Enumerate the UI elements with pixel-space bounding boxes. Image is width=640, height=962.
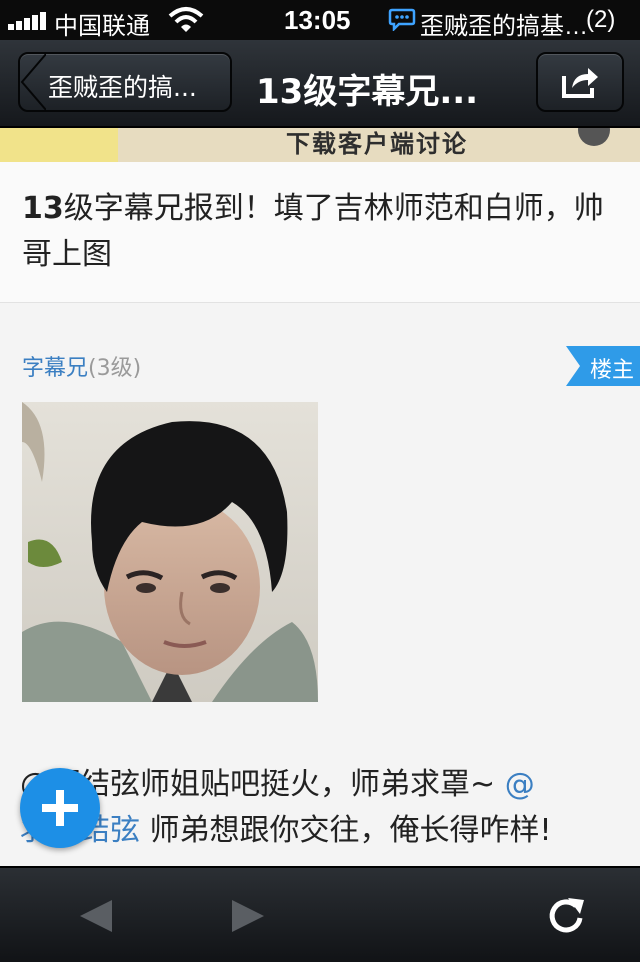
thread-title-card: 13级字幕兄报到！填了吉林师范和白师，帅哥上图 bbox=[0, 162, 640, 303]
banner-text: 下载客户端讨论 bbox=[286, 130, 468, 158]
back-button[interactable]: 歪贼歪的搞... bbox=[18, 52, 232, 112]
compose-button[interactable] bbox=[20, 768, 100, 848]
op-badge: 楼主 bbox=[566, 346, 640, 386]
signal-icon bbox=[8, 12, 48, 30]
forward-arrow-icon[interactable] bbox=[230, 898, 266, 934]
share-icon bbox=[562, 68, 598, 98]
plus-icon bbox=[42, 790, 78, 826]
author-level: (3级) bbox=[88, 356, 142, 381]
author-name[interactable]: 字幕兄 bbox=[22, 356, 88, 381]
op-badge-label: 楼主 bbox=[590, 358, 635, 383]
ad-banner[interactable]: 下载客户端讨论 bbox=[0, 128, 640, 162]
post-body-line2: 羽生结弦 师弟想跟你交往，俺长得咋样! bbox=[20, 808, 610, 854]
share-button[interactable] bbox=[536, 52, 624, 112]
post-author[interactable]: 字幕兄(3级) bbox=[22, 350, 141, 382]
post-body-line1: @而结弦师姐贴吧挺火，师弟求罩~ @ bbox=[20, 762, 610, 808]
back-arrow-icon[interactable] bbox=[78, 898, 114, 934]
portrait-image bbox=[22, 402, 318, 702]
clock: 13:05 bbox=[284, 5, 351, 35]
notification-count: (2) bbox=[586, 6, 616, 33]
wifi-icon bbox=[168, 7, 204, 32]
banner-close-icon[interactable] bbox=[578, 128, 610, 146]
post-photo[interactable] bbox=[22, 402, 318, 702]
notification-text: 歪贼歪的搞基… bbox=[420, 13, 588, 40]
carrier-name: 中国联通 bbox=[54, 13, 150, 40]
message-icon bbox=[388, 8, 416, 31]
bottom-toolbar bbox=[0, 866, 640, 962]
refresh-icon[interactable] bbox=[546, 896, 586, 936]
navigation-bar: 歪贼歪的搞... 13级字幕兄... bbox=[0, 40, 640, 128]
back-button-label: 歪贼歪的搞... bbox=[48, 73, 197, 102]
status-bar: 中国联通 13:05 歪贼歪的搞基… (2) bbox=[0, 0, 640, 40]
mention-at[interactable]: @ bbox=[505, 767, 535, 802]
thread-title-number: 13 bbox=[22, 191, 64, 226]
page-title: 13级字幕兄... bbox=[256, 72, 479, 112]
thread-title: 13级字幕兄报到！填了吉林师范和白师，帅哥上图 bbox=[22, 186, 612, 278]
thread-title-text: 级字幕兄报到！填了吉林师范和白师，帅哥上图 bbox=[22, 191, 604, 272]
banner-art bbox=[0, 128, 118, 162]
post-body: @而结弦师姐贴吧挺火，师弟求罩~ @ 羽生结弦 师弟想跟你交往，俺长得咋样! bbox=[20, 762, 610, 854]
post-body-text2: 师弟想跟你交往，俺长得咋样! bbox=[149, 813, 552, 848]
back-button-arrow bbox=[20, 53, 46, 111]
